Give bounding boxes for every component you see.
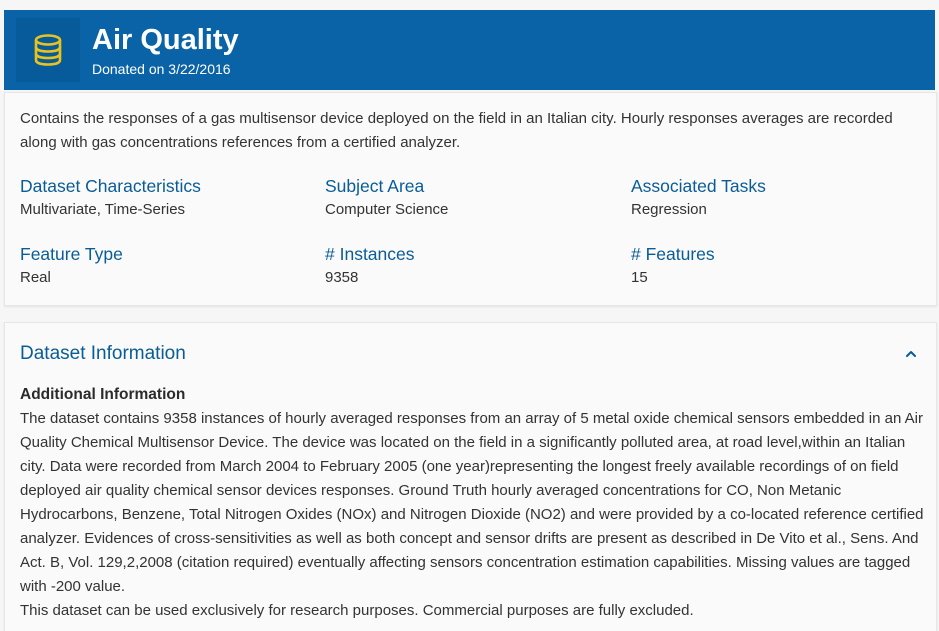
dataset-summary-card: Contains the responses of a gas multisen… [4, 92, 937, 306]
donated-date: Donated on 3/22/2016 [92, 61, 231, 77]
field-label: # Features [631, 244, 715, 264]
field-value: 15 [631, 269, 648, 286]
field-dataset-characteristics: Dataset Characteristics Multivariate, Ti… [20, 174, 310, 220]
dataset-information-card: Dataset Information Additional Informati… [4, 322, 937, 631]
field-subject-area: Subject Area Computer Science [325, 174, 615, 220]
page-title: Air Quality [92, 24, 239, 56]
field-label: Dataset Characteristics [20, 176, 201, 196]
field-value: Real [20, 269, 51, 286]
field-value: Regression [631, 201, 707, 218]
additional-information-heading: Additional Information [20, 386, 186, 403]
dataset-description: Contains the responses of a gas multisen… [20, 110, 893, 151]
additional-information-body: The dataset contains 9358 instances of h… [20, 407, 925, 623]
usage-notice-paragraph: This dataset can be used exclusively for… [20, 602, 694, 619]
field-value: Multivariate, Time-Series [20, 201, 186, 218]
chevron-up-icon[interactable] [904, 347, 918, 361]
field-features: # Features 15 [631, 242, 921, 288]
field-value: Computer Science [325, 201, 449, 218]
page: Air Quality Donated on 3/22/2016 Contain… [0, 0, 939, 631]
dataset-header: Air Quality Donated on 3/22/2016 [4, 10, 935, 90]
field-associated-tasks: Associated Tasks Regression [631, 174, 921, 220]
field-instances: # Instances 9358 [325, 242, 615, 288]
field-label: Subject Area [325, 176, 425, 196]
field-value: 9358 [325, 269, 359, 286]
field-label: Associated Tasks [631, 176, 766, 196]
field-feature-type: Feature Type Real [20, 242, 310, 288]
field-label: Feature Type [20, 244, 123, 264]
additional-information-paragraph: The dataset contains 9358 instances of h… [20, 410, 924, 595]
field-label: # Instances [325, 244, 415, 264]
database-icon [16, 18, 80, 82]
dataset-information-title[interactable]: Dataset Information [20, 341, 186, 367]
